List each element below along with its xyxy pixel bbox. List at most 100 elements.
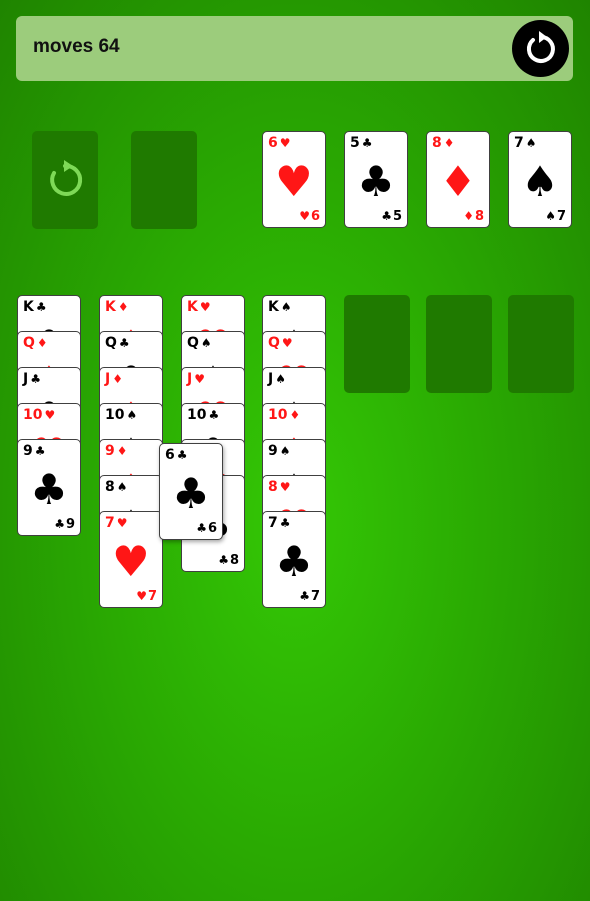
card-suit-icon: ♣ <box>381 209 392 223</box>
card-rank: 6 <box>268 135 278 151</box>
card-rank: K <box>187 299 198 315</box>
card-corner: 8 ♦ <box>432 135 455 151</box>
card-rank: 9 <box>23 443 33 459</box>
card-corner-bottom: ♥6 <box>299 209 320 224</box>
card-corner: Q ♥ <box>268 335 293 351</box>
card-rank: J <box>105 371 111 387</box>
card-suit-icon: ♥ <box>136 589 147 603</box>
dragged-card[interactable]: 6 ♣ ♣ ♣6 <box>159 443 223 540</box>
card-rank: Q <box>23 335 35 351</box>
card-corner: K ♥ <box>187 299 211 315</box>
card-corner: 6 ♥ <box>268 135 291 151</box>
card-suit-icon: ♦ <box>117 300 129 314</box>
card-corner: K ♦ <box>105 299 129 315</box>
card-rank: 7 <box>514 135 524 151</box>
restart-button[interactable] <box>512 20 569 77</box>
card-suit-icon: ♠ <box>280 300 292 314</box>
card-suit-icon: ♣ <box>35 300 47 314</box>
stock-pile[interactable] <box>32 131 98 229</box>
card-corner: 6 ♣ <box>165 447 188 463</box>
playing-card[interactable]: 5 ♣ ♣ ♣5 <box>344 131 408 228</box>
card-corner: 9 ♣ <box>23 443 46 459</box>
card-suit-icon: ♠ <box>279 444 291 458</box>
card-suit-icon: ♠ <box>545 209 556 223</box>
playing-card[interactable]: 8 ♦ ♦ ♦8 <box>426 131 490 228</box>
card-suit-icon: ♣ <box>218 553 229 567</box>
empty-tableau-slot[interactable] <box>426 295 492 393</box>
card-rank: K <box>23 299 34 315</box>
card-corner-bottom: ♦8 <box>463 209 484 224</box>
card-corner: 10 ♦ <box>268 407 300 423</box>
card-corner-bottom: ♥7 <box>136 589 157 604</box>
card-rank: 5 <box>392 209 402 224</box>
card-rank: 8 <box>105 479 115 495</box>
card-corner: 8 ♥ <box>268 479 291 495</box>
empty-tableau-slot[interactable] <box>344 295 410 393</box>
card-corner: Q ♦ <box>23 335 48 351</box>
playing-card[interactable]: 7 ♣ ♣ ♣7 <box>262 511 326 608</box>
card-rank: 8 <box>268 479 278 495</box>
card-rank: 6 <box>207 521 217 536</box>
card-suit-icon: ♦ <box>289 408 301 422</box>
card-corner: K ♠ <box>268 299 292 315</box>
playing-card[interactable]: 6 ♥ ♥ ♥6 <box>262 131 326 228</box>
card-rank: 10 <box>187 407 207 423</box>
card-suit-icon: ♣ <box>176 448 188 462</box>
empty-tableau-slot[interactable] <box>508 295 574 393</box>
card-rank: 5 <box>350 135 360 151</box>
playing-card[interactable]: 7 ♠ ♠ ♠7 <box>508 131 572 228</box>
card-center-suit-icon: ♥ <box>112 537 150 586</box>
card-rank: J <box>268 371 274 387</box>
card-rank: Q <box>105 335 117 351</box>
playing-card[interactable]: 7 ♥ ♥ ♥7 <box>99 511 163 608</box>
card-corner: 10 ♠ <box>105 407 137 423</box>
card-rank: 8 <box>474 209 484 224</box>
card-suit-icon: ♣ <box>118 336 130 350</box>
card-suit-icon: ♥ <box>199 300 211 314</box>
card-corner: 8 ♠ <box>105 479 128 495</box>
card-suit-icon: ♠ <box>275 372 286 386</box>
card-corner-bottom: ♣7 <box>299 589 320 604</box>
card-rank: 8 <box>229 553 239 568</box>
card-suit-icon: ♥ <box>116 516 128 530</box>
card-corner-bottom: ♣6 <box>196 521 217 536</box>
card-suit-icon: ♠ <box>116 480 128 494</box>
card-rank: K <box>105 299 116 315</box>
card-center-suit-icon: ♦ <box>439 157 477 206</box>
card-corner-bottom: ♣9 <box>54 517 75 532</box>
card-rank: 7 <box>147 589 157 604</box>
card-corner-bottom: ♠7 <box>545 209 566 224</box>
card-center-suit-icon: ♣ <box>275 537 313 586</box>
card-rank: J <box>187 371 193 387</box>
card-rank: 9 <box>105 443 115 459</box>
card-corner: J ♠ <box>268 371 286 387</box>
card-suit-icon: ♠ <box>126 408 138 422</box>
card-suit-icon: ♦ <box>443 136 455 150</box>
card-corner: 7 ♠ <box>514 135 537 151</box>
card-rank: 7 <box>268 515 278 531</box>
recycle-icon <box>50 160 83 196</box>
card-suit-icon: ♣ <box>34 444 46 458</box>
card-rank: J <box>23 371 29 387</box>
card-corner: 7 ♣ <box>268 515 291 531</box>
card-rank: Q <box>268 335 280 351</box>
card-rank: 8 <box>432 135 442 151</box>
card-rank: Q <box>187 335 199 351</box>
card-corner: 9 ♦ <box>105 443 128 459</box>
card-corner: 10 ♣ <box>187 407 219 423</box>
card-suit-icon: ♣ <box>279 516 291 530</box>
card-center-suit-icon: ♣ <box>172 469 210 518</box>
card-rank: 10 <box>23 407 43 423</box>
card-corner: Q ♠ <box>187 335 212 351</box>
playing-card[interactable]: 9 ♣ ♣ ♣9 <box>17 439 81 536</box>
card-rank: 7 <box>105 515 115 531</box>
card-suit-icon: ♣ <box>299 589 310 603</box>
card-suit-icon: ♥ <box>299 209 310 223</box>
waste-pile[interactable] <box>131 131 197 229</box>
card-corner: Q ♣ <box>105 335 130 351</box>
card-suit-icon: ♦ <box>36 336 48 350</box>
card-suit-icon: ♣ <box>54 517 65 531</box>
card-rank: 6 <box>310 209 320 224</box>
card-suit-icon: ♥ <box>279 136 291 150</box>
card-corner: K ♣ <box>23 299 47 315</box>
